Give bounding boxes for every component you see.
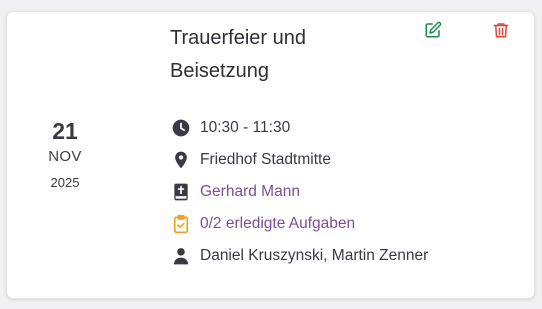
- map-pin-icon: [170, 149, 192, 171]
- event-time-row: 10:30 - 11:30: [170, 115, 290, 141]
- event-title: Trauerfeier und Beisetzung: [170, 27, 306, 82]
- event-staff: Daniel Kruszynski, Martin Zenner: [200, 247, 429, 264]
- event-date: 21 NOV 2025: [32, 117, 98, 192]
- event-location: Friedhof Stadtmitte: [200, 151, 331, 168]
- person-icon: [170, 245, 192, 267]
- event-staff-row: Daniel Kruszynski, Martin Zenner: [170, 243, 428, 269]
- event-card: 21 NOV 2025 Trauerfeier und Beisetzung 1…: [6, 11, 535, 299]
- clipboard-check-icon: [170, 213, 192, 235]
- event-deceased-row: Gerhard Mann: [170, 179, 300, 205]
- date-day: 21: [52, 118, 78, 144]
- bible-icon: [170, 181, 192, 203]
- event-tasks-row: 0/2 erledigte Aufgaben: [170, 211, 355, 237]
- date-year: 2025: [50, 175, 80, 190]
- clock-icon: [170, 117, 192, 139]
- date-month: NOV: [48, 148, 82, 165]
- edit-button[interactable]: [423, 21, 443, 44]
- event-location-row: Friedhof Stadtmitte: [170, 147, 331, 173]
- trash-icon: [492, 21, 510, 44]
- tasks-link[interactable]: 0/2 erledigte Aufgaben: [200, 215, 355, 233]
- event-time: 10:30 - 11:30: [200, 119, 291, 136]
- delete-button[interactable]: [491, 22, 511, 42]
- edit-icon: [424, 21, 442, 44]
- deceased-link[interactable]: Gerhard Mann: [200, 183, 300, 201]
